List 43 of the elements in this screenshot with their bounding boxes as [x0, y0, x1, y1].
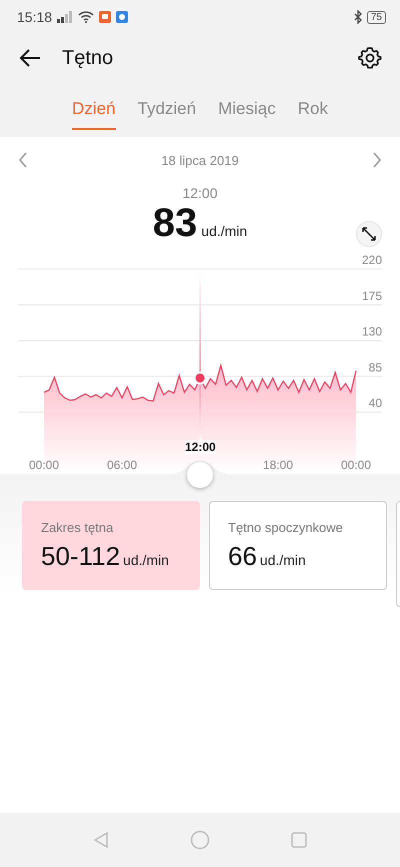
period-tab[interactable]: Tydzień	[138, 92, 196, 130]
heart-rate-value: 83	[152, 201, 198, 246]
bluetooth-icon	[354, 10, 362, 24]
status-time: 15:18	[17, 9, 52, 25]
y-axis-label: 40	[368, 396, 382, 410]
previous-day-button[interactable]	[18, 152, 28, 168]
y-axis-label: 130	[362, 324, 382, 339]
period-tab[interactable]: Dzień	[72, 92, 116, 130]
nav-home-button[interactable]	[190, 830, 210, 850]
x-axis-label: 00:00	[28, 458, 60, 472]
x-axis-label: 18:00	[262, 458, 294, 472]
card-value: 66	[228, 541, 257, 572]
reading-time: 12:00	[182, 185, 218, 201]
period-tab[interactable]: Rok	[298, 92, 328, 130]
next-day-button[interactable]	[372, 152, 382, 168]
card-value: 50-112	[41, 541, 120, 572]
app-notification-icon	[99, 11, 112, 23]
x-axis-label: 00:00	[340, 458, 372, 472]
expand-icon	[362, 227, 376, 241]
back-button[interactable]	[18, 48, 42, 68]
wifi-icon	[78, 11, 94, 23]
cursor-time-label: 12:00	[185, 440, 216, 454]
y-axis-label: 85	[368, 360, 382, 374]
y-axis-label: 220	[362, 253, 382, 267]
card-unit: ud./min	[123, 552, 169, 568]
summary-card[interactable]: Zakres tętna 50-112 ud./min	[22, 501, 200, 590]
date-label: 18 lipca 2019	[161, 152, 239, 168]
y-axis-label: 175	[362, 288, 382, 303]
signal-icon	[57, 11, 74, 23]
nav-recents-button[interactable]	[290, 831, 308, 849]
nav-back-button[interactable]	[92, 831, 110, 849]
card-unit: ud./min	[260, 552, 306, 568]
card-title: Zakres tętna	[41, 520, 114, 535]
settings-button[interactable]	[358, 46, 382, 70]
unit-label: ud./min	[201, 223, 248, 239]
expand-button[interactable]	[356, 221, 382, 247]
period-tab[interactable]: Miesiąc	[218, 92, 276, 130]
summary-card[interactable]: Tętno spoczynkowe 66 ud./min	[209, 501, 387, 590]
card-title: Tętno spoczynkowe	[228, 520, 344, 535]
page-title: Tętno	[62, 46, 114, 70]
app-notification-icon	[116, 11, 128, 23]
battery-indicator: 75	[366, 10, 386, 24]
x-axis-label: 06:00	[106, 458, 138, 472]
